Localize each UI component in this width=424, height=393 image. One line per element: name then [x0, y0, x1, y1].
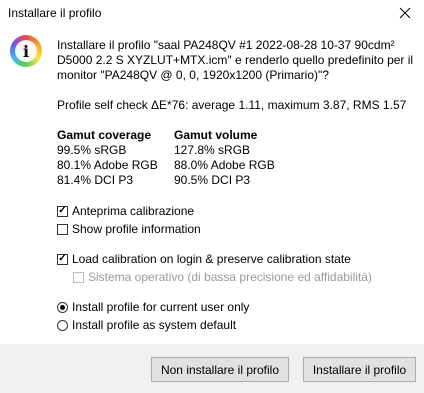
- gamut-volume-header: Gamut volume: [174, 128, 258, 142]
- gamut-volume: Gamut volume 127.8% sRGB 88.0% Adobe RGB…: [174, 128, 275, 188]
- title-bar: Installare il profilo: [0, 0, 424, 26]
- profile-self-check: Profile self check ΔE*76: average 1.11, …: [57, 98, 407, 112]
- gamut-coverage-header: Gamut coverage: [57, 128, 152, 142]
- preview-calibration-checkbox[interactable]: [57, 205, 68, 217]
- preview-calibration-option[interactable]: Anteprima calibrazione: [57, 204, 194, 218]
- system-default-label: Install profile as system default: [72, 318, 237, 332]
- show-profile-info-label: Show profile information: [72, 222, 201, 236]
- load-calibration-option[interactable]: Load calibration on login & preserve cal…: [57, 252, 351, 266]
- gamut-volume-dci: 90.5% DCI P3: [174, 173, 251, 187]
- system-default-radio[interactable]: [57, 319, 68, 331]
- current-user-label: Install profile for current user only: [72, 300, 250, 314]
- dont-install-button[interactable]: Non installare il profilo: [151, 357, 289, 382]
- os-option: Sistema operativo (di bassa precisione e…: [73, 270, 372, 284]
- load-calibration-label: Load calibration on login & preserve cal…: [72, 252, 351, 266]
- gamut-volume-srgb: 127.8% sRGB: [174, 143, 251, 157]
- install-current-user-option[interactable]: Install profile for current user only: [57, 300, 249, 314]
- window-title: Installare il profilo: [8, 6, 102, 20]
- close-button[interactable]: [386, 0, 424, 26]
- info-glyph: i: [15, 40, 37, 62]
- gamut-coverage-dci: 81.4% DCI P3: [57, 173, 134, 187]
- show-profile-info-option[interactable]: Show profile information: [57, 222, 201, 236]
- preview-calibration-label: Anteprima calibrazione: [72, 204, 195, 218]
- os-option-label: Sistema operativo (di bassa precisione e…: [88, 270, 372, 284]
- show-profile-info-checkbox[interactable]: [57, 223, 68, 235]
- install-system-default-option[interactable]: Install profile as system default: [57, 318, 236, 332]
- install-message: Installare il profilo "saal PA248QV #1 2…: [57, 38, 414, 82]
- os-option-checkbox: [73, 271, 84, 283]
- gamut-volume-adobe: 88.0% Adobe RGB: [174, 158, 275, 172]
- gamut-coverage: Gamut coverage 99.5% sRGB 80.1% Adobe RG…: [57, 128, 158, 188]
- install-button[interactable]: Installare il profilo: [303, 357, 416, 382]
- close-icon: [399, 7, 411, 19]
- color-info-icon: i: [10, 35, 42, 67]
- gamut-coverage-adobe: 80.1% Adobe RGB: [57, 158, 158, 172]
- current-user-radio[interactable]: [57, 301, 68, 313]
- load-calibration-checkbox[interactable]: [57, 253, 68, 265]
- gamut-coverage-srgb: 99.5% sRGB: [57, 143, 127, 157]
